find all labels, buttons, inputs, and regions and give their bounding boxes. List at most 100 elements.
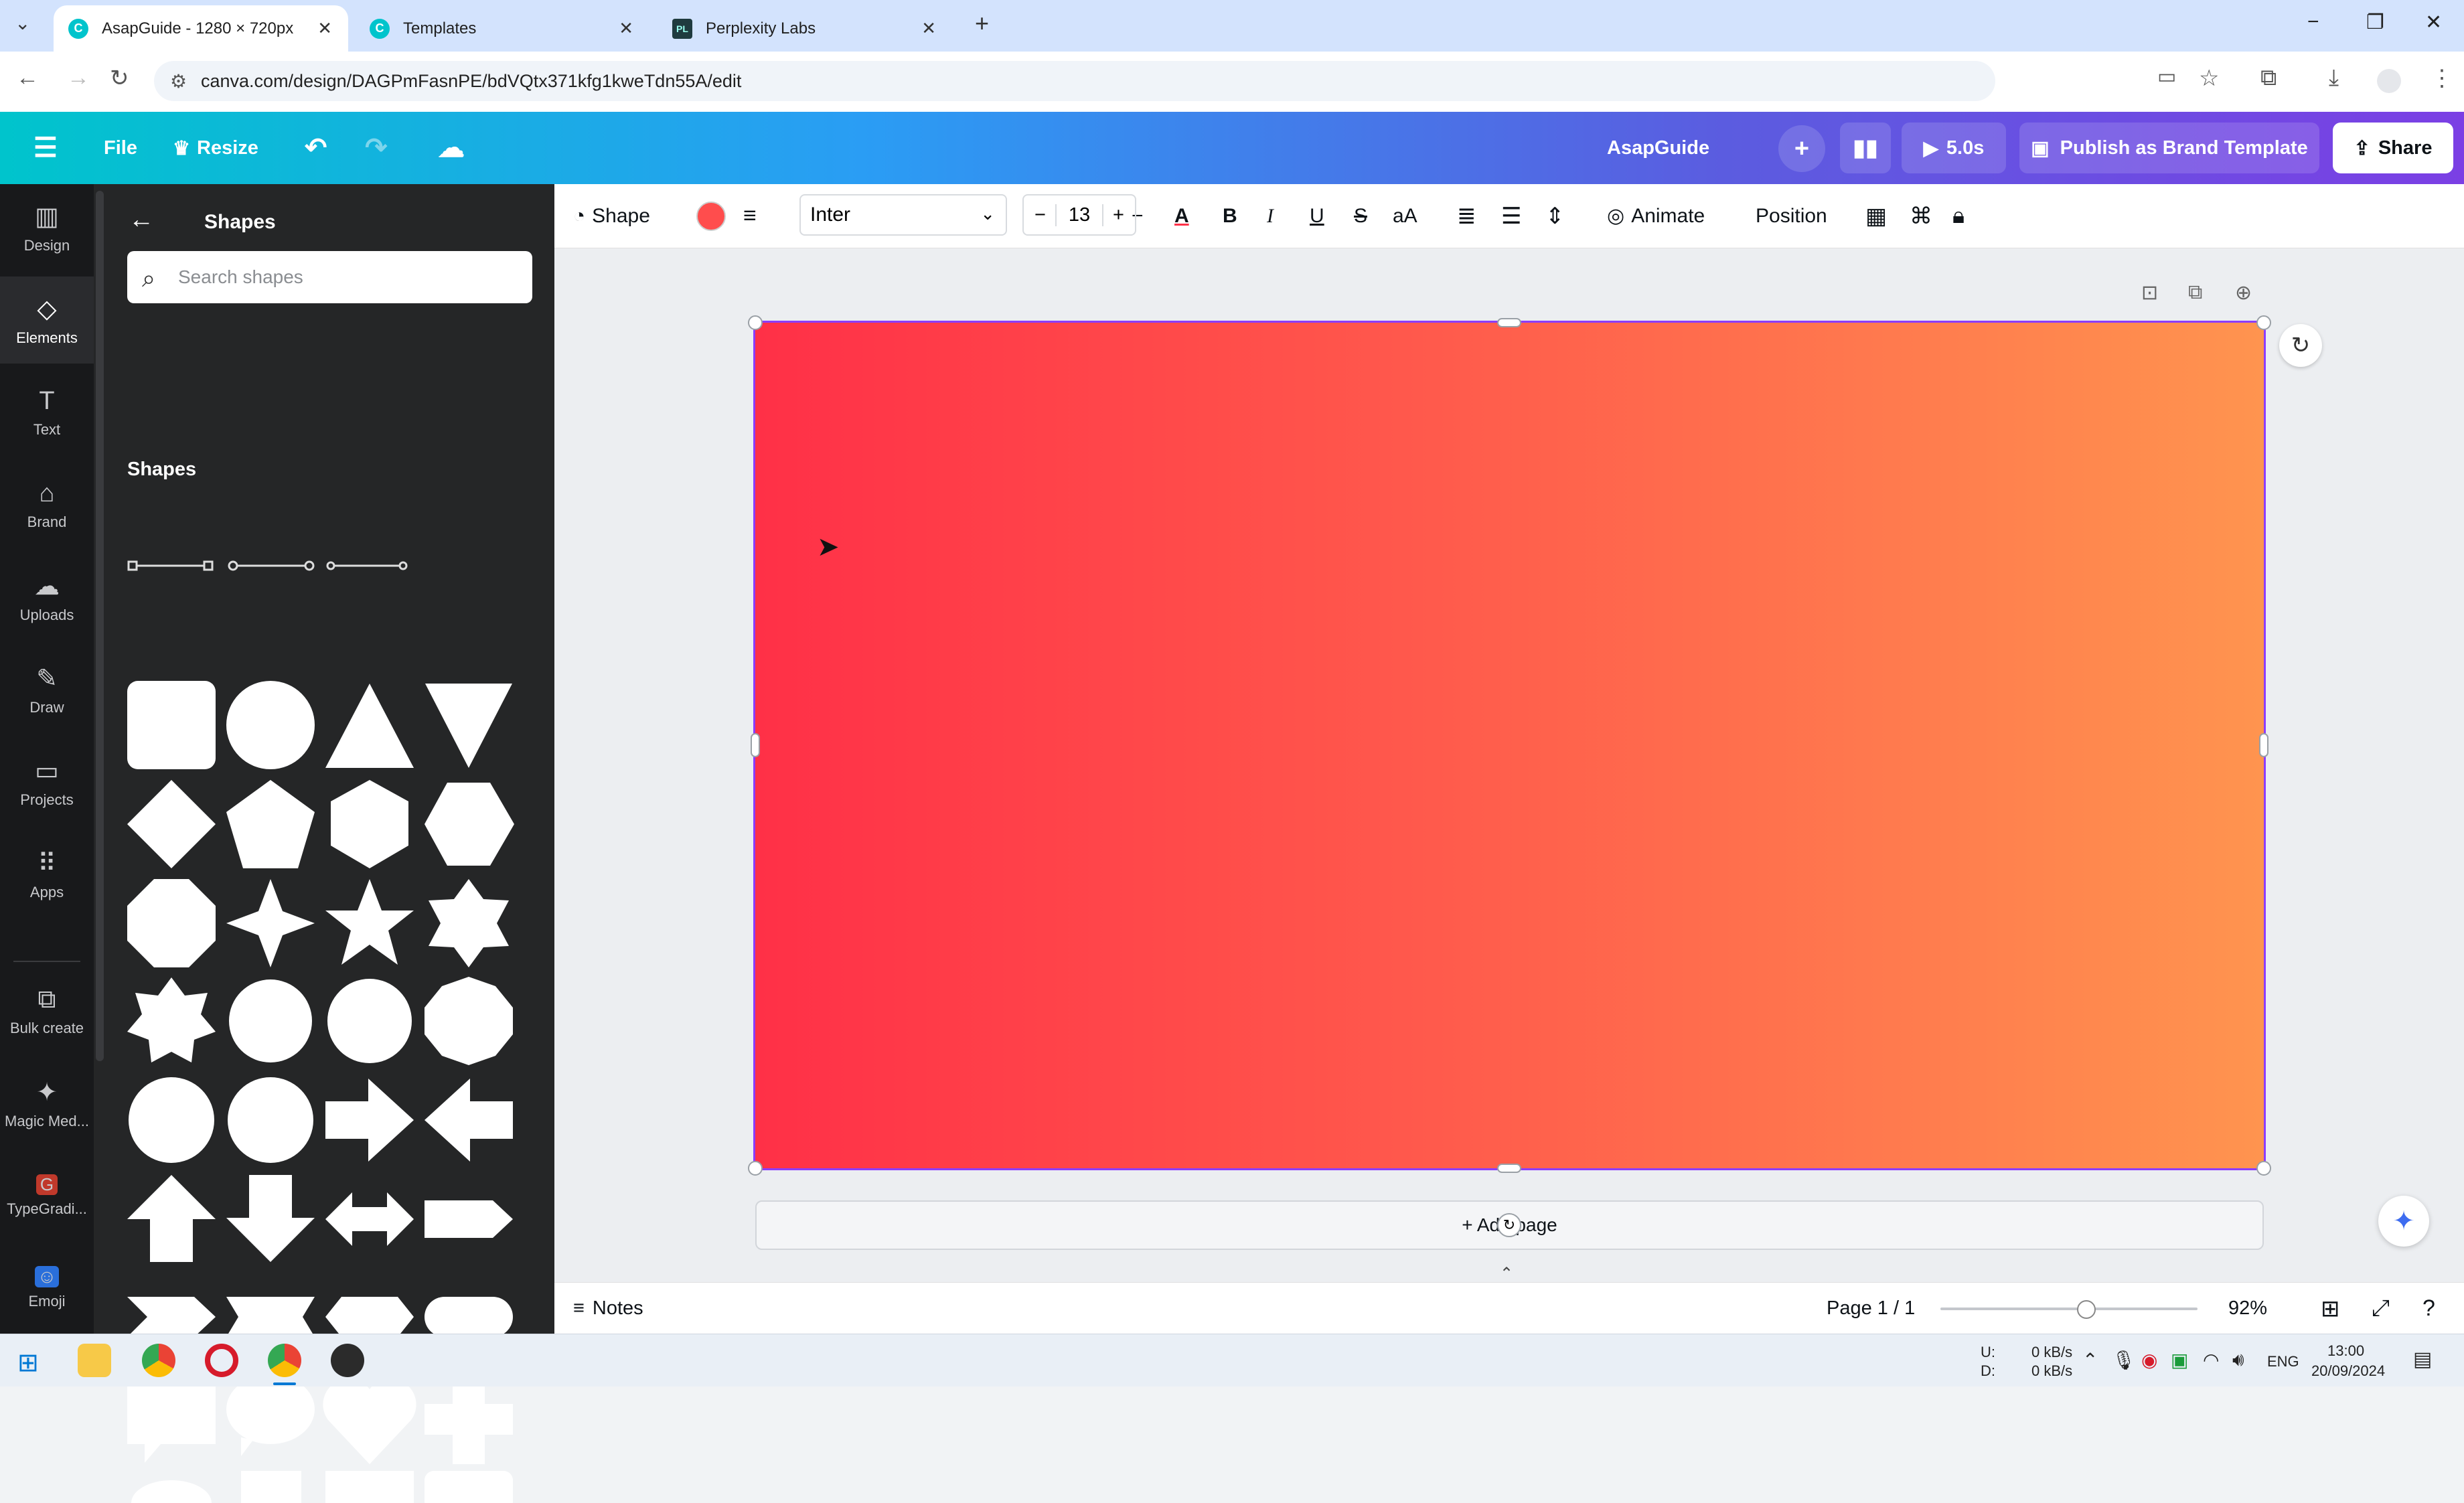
restore-icon[interactable]: ❐ (2366, 11, 2384, 34)
browser-tab-active[interactable]: C AsapGuide - 1280 × 720px ✕ (54, 5, 348, 52)
add-collaborator-icon[interactable]: + (1778, 125, 1825, 172)
reload-icon[interactable]: ↻ (110, 65, 129, 92)
rail-item-apps[interactable]: ⠿ Apps (0, 831, 94, 918)
cloud-save-icon[interactable]: ☁ (438, 112, 465, 184)
close-window-icon[interactable]: ✕ (2425, 11, 2442, 34)
lock-page-icon[interactable]: ⊡ (2141, 281, 2158, 305)
rotate-handle-icon[interactable]: ↻ (1497, 1213, 1521, 1237)
page-indicator[interactable]: Page 1 / 1 (1827, 1283, 1915, 1334)
record-icon[interactable]: ◉ (2141, 1349, 2157, 1371)
rail-item-elements[interactable]: ◇ Elements (0, 276, 94, 364)
grid-view-icon[interactable]: ⊞ (2321, 1283, 2340, 1334)
resize-button[interactable]: ♛ Resize (173, 112, 258, 184)
resize-handle-left[interactable] (751, 733, 760, 757)
screenshot-icon[interactable]: ▭ (2157, 65, 2176, 88)
rail-item-draw[interactable]: ✎ Draw (0, 646, 94, 733)
resize-handle-bottom-left[interactable] (748, 1161, 763, 1176)
close-tab-icon[interactable]: ✕ (619, 18, 633, 39)
magic-assistant-icon[interactable]: ✦ (2378, 1196, 2429, 1247)
transparency-icon[interactable]: ▦ (1865, 184, 1887, 248)
rail-item-emoji[interactable]: ☺ Emoji (0, 1245, 94, 1332)
resize-handle-bottom[interactable] (1497, 1164, 1521, 1173)
text-color-icon[interactable]: A (1174, 184, 1189, 248)
copy-style-icon[interactable]: ⌘ (1910, 184, 1932, 248)
forward-icon[interactable]: → (67, 65, 90, 91)
add-page-icon[interactable]: ⊕ (2235, 281, 2252, 305)
opera-icon[interactable] (205, 1344, 238, 1377)
recorder-icon[interactable] (331, 1344, 364, 1377)
back-arrow-icon[interactable]: ← (129, 206, 154, 234)
undo-icon[interactable]: ↶ (305, 112, 327, 184)
font-size-stepper[interactable]: − 13 + (1022, 194, 1136, 236)
rail-item-bulk-create[interactable]: ⧉ Bulk create (0, 967, 94, 1054)
microphone-icon[interactable]: 🎙︎ (2112, 1349, 2136, 1371)
analytics-icon[interactable]: ▮▮ (1840, 123, 1891, 173)
clock-date[interactable]: 20/09/2024 (2311, 1362, 2385, 1380)
animate-button[interactable]: ◎ Animate (1607, 184, 1705, 248)
download-icon[interactable]: ⤓ (2329, 65, 2339, 91)
shape-button[interactable]: ◔ Shape (573, 184, 650, 248)
project-name[interactable]: AsapGuide (1607, 112, 1709, 184)
lock-icon[interactable]: 🔒︎ (1952, 184, 1965, 248)
rail-item-magic-media[interactable]: ✦ Magic Med... (0, 1060, 94, 1147)
publish-brand-template-button[interactable]: ▣ Publish as Brand Template (2019, 123, 2319, 173)
zoom-slider-thumb[interactable] (2077, 1300, 2096, 1319)
url-field[interactable]: ⚙ canva.com/design/DAGPmFasnPE/bdVQtx371… (154, 61, 1995, 101)
wifi-icon[interactable]: ◠ (2203, 1349, 2219, 1371)
search-shapes-input[interactable]: Search shapes (127, 251, 532, 303)
border-style-icon[interactable]: ≡ (743, 184, 757, 248)
rail-item-design[interactable]: ▥ Design (0, 184, 94, 271)
language-indicator[interactable]: ENG (2267, 1353, 2299, 1370)
tray-chevron-icon[interactable]: ⌃ (2082, 1349, 2098, 1371)
rail-item-brand[interactable]: ⌂ Brand (0, 461, 94, 548)
position-button[interactable]: Position (1756, 184, 1827, 248)
extensions-icon[interactable]: ⧉ (2260, 65, 2277, 91)
design-page-gradient-shape[interactable] (753, 321, 2266, 1170)
browser-menu-icon[interactable]: ⋮ (2431, 65, 2453, 92)
duplicate-page-icon[interactable]: ⧉ (2188, 281, 2202, 304)
redo-icon[interactable]: ↷ (365, 112, 388, 184)
close-tab-icon[interactable]: ✕ (317, 18, 332, 39)
increase-size-icon[interactable]: + (1113, 204, 1124, 226)
zoom-level[interactable]: 92% (2228, 1283, 2267, 1334)
rotate-icon[interactable]: ↻ (2279, 324, 2322, 367)
profile-icon[interactable] (2377, 69, 2401, 93)
notifications-icon[interactable]: ▤ (2413, 1348, 2432, 1371)
panel-left-scrollbar[interactable] (96, 191, 104, 1061)
site-info-icon[interactable]: ⚙ (170, 70, 187, 92)
resize-handle-top-right[interactable] (2256, 315, 2271, 330)
browser-tab[interactable]: C Templates ✕ (355, 5, 649, 52)
font-size-value[interactable]: 13 (1055, 204, 1104, 226)
windows-start-icon[interactable]: ⊞ (17, 1348, 39, 1378)
rail-item-text[interactable]: T Text (0, 369, 94, 456)
decrease-size-icon[interactable]: − (1034, 204, 1046, 226)
align-center-icon[interactable]: ≣ (1457, 184, 1476, 248)
bookmark-star-icon[interactable]: ☆ (2199, 65, 2219, 92)
letter-case-icon[interactable]: aA (1393, 184, 1417, 248)
bold-icon[interactable]: B (1223, 184, 1237, 248)
minimize-icon[interactable]: − (2307, 11, 2319, 33)
share-button[interactable]: ⇪ Share (2333, 123, 2453, 173)
list-icon[interactable]: ☰ (1501, 184, 1521, 248)
italic-icon[interactable]: I (1267, 184, 1274, 248)
zoom-slider-track[interactable] (1940, 1308, 2198, 1310)
new-tab-icon[interactable]: + (975, 9, 989, 37)
expand-pages-icon[interactable]: ⌃ (1500, 1264, 1513, 1283)
clock-time[interactable]: 13:00 (2327, 1342, 2364, 1360)
rail-item-uploads[interactable]: ☁ Uploads (0, 554, 94, 641)
resize-handle-bottom-right[interactable] (2256, 1161, 2271, 1176)
notes-button[interactable]: ≡ Notes (573, 1283, 643, 1334)
back-icon[interactable]: ← (16, 65, 39, 91)
rail-item-typegradient[interactable]: G TypeGradi... (0, 1152, 94, 1239)
spacing-icon[interactable]: ⇕ (1545, 184, 1565, 248)
close-tab-icon[interactable]: ✕ (921, 18, 936, 39)
chrome-active-icon[interactable] (268, 1344, 301, 1377)
underline-icon[interactable]: U (1310, 184, 1324, 248)
rail-item-projects[interactable]: ▭ Projects (0, 738, 94, 825)
menu-icon[interactable]: ☰ (33, 112, 58, 184)
resize-handle-top[interactable] (1497, 318, 1521, 327)
chrome-icon[interactable] (142, 1344, 175, 1377)
volume-icon[interactable]: 🔊︎ (2232, 1349, 2244, 1371)
present-button[interactable]: ▶ 5.0s (1902, 123, 2006, 173)
app-tray-icon[interactable]: ▣ (2171, 1349, 2188, 1371)
